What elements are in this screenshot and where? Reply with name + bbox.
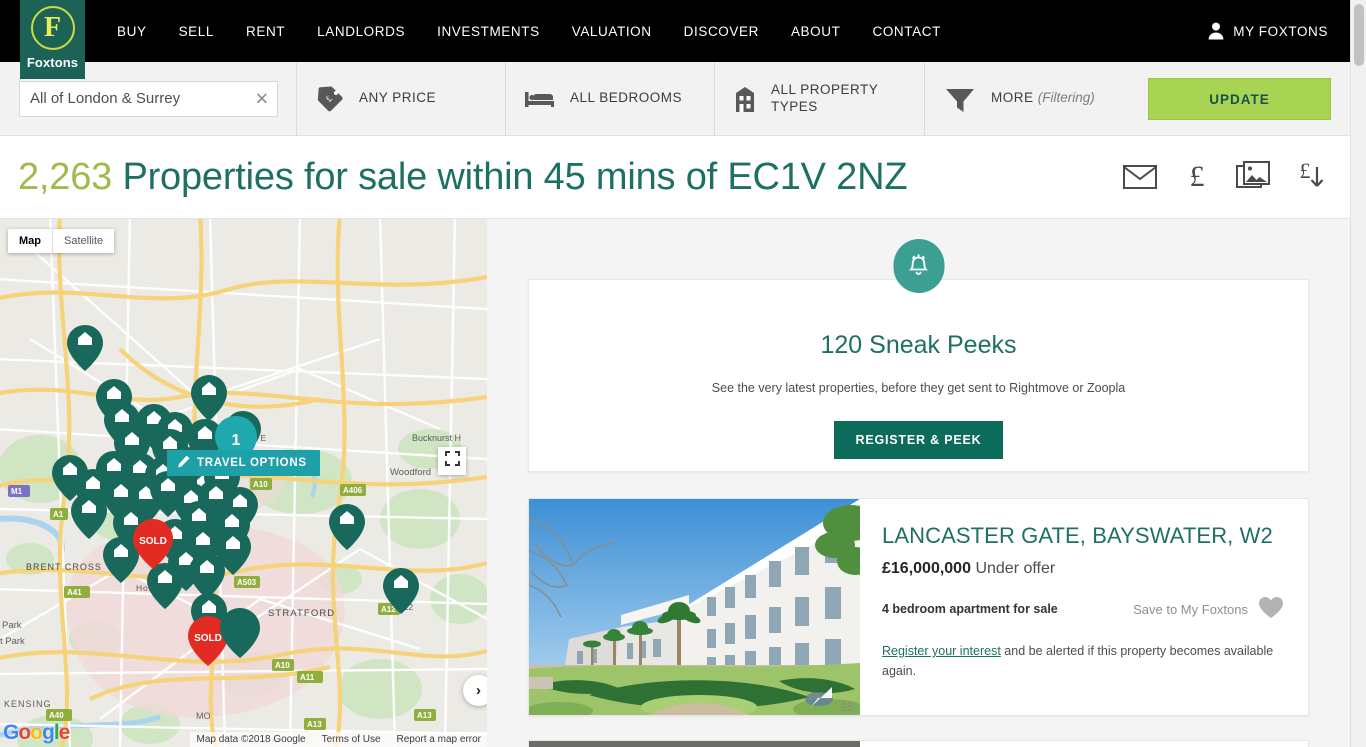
property-meta-row: 4 bedroom apartment for sale Save to My … — [882, 596, 1284, 622]
more-filters-label: MORE (Filtering) — [991, 90, 1095, 107]
save-to-my-foxtons-button[interactable]: Save to My Foxtons — [1133, 596, 1284, 622]
terms-of-use-link[interactable]: Terms of Use — [322, 734, 381, 745]
results-view-toolbar: £ £ — [1122, 137, 1328, 219]
logo-wordmark: Foxtons — [26, 55, 79, 70]
main-nav-links: BUY SELL RENT LANDLORDS INVESTMENTS VALU… — [101, 24, 957, 39]
nav-item-investments[interactable]: INVESTMENTS — [421, 24, 556, 39]
price-filter-label: ANY PRICE — [359, 90, 437, 106]
map-data-credit: Map data ©2018 Google — [196, 734, 306, 745]
pound-icon[interactable]: £ — [1184, 160, 1210, 196]
my-foxtons-account-link[interactable]: MY FOXTONS — [1208, 0, 1328, 62]
map-property-markers[interactable]: SOLD — [0, 219, 487, 747]
bedrooms-filter-label: ALL BEDROOMS — [570, 90, 683, 106]
nav-item-landlords[interactable]: LANDLORDS — [301, 24, 421, 39]
property-price: £16,000,000 — [882, 560, 971, 577]
fullscreen-icon — [444, 451, 460, 471]
pencil-icon — [177, 455, 190, 471]
chevron-right-icon: › — [476, 682, 481, 699]
nav-item-sell[interactable]: SELL — [163, 24, 230, 39]
nav-item-contact[interactable]: CONTACT — [856, 24, 956, 39]
property-listing-card-next[interactable] — [528, 740, 1309, 747]
results-header: 2,263 Properties for sale within 45 mins… — [0, 137, 1350, 219]
property-photo-image — [529, 499, 860, 715]
nav-item-rent[interactable]: RENT — [230, 24, 301, 39]
property-register-note: Register your interest and be alerted if… — [882, 641, 1284, 681]
property-photo-image-next — [529, 741, 860, 747]
clear-search-icon[interactable]: ✕ — [255, 90, 269, 107]
funnel-icon — [943, 84, 977, 114]
nav-item-buy[interactable]: BUY — [101, 24, 163, 39]
email-alert-icon[interactable] — [1122, 162, 1158, 195]
property-bedrooms: 4 bedroom apartment for sale — [882, 602, 1058, 616]
nav-item-discover[interactable]: DISCOVER — [668, 24, 775, 39]
property-photo-next[interactable] — [529, 741, 860, 747]
google-logo: Google — [3, 721, 70, 744]
page-title: 2,263 Properties for sale within 45 mins… — [18, 156, 908, 199]
bedrooms-filter[interactable]: ALL BEDROOMS — [506, 62, 715, 135]
travel-options-button[interactable]: TRAVEL OPTIONS — [167, 450, 320, 476]
building-icon — [733, 84, 757, 114]
more-label-text: MORE — [991, 90, 1034, 106]
map-attribution: Map data ©2018 Google Terms of Use Repor… — [190, 732, 487, 747]
nav-item-valuation[interactable]: VALUATION — [556, 24, 668, 39]
foxtons-logo[interactable]: F Foxtons — [20, 0, 85, 79]
sneak-peeks-subtitle: See the very latest properties, before t… — [711, 381, 1126, 395]
top-navigation-bar: BUY SELL RENT LANDLORDS INVESTMENTS VALU… — [0, 0, 1350, 62]
person-icon — [1208, 22, 1224, 40]
register-and-peek-button[interactable]: REGISTER & PEEK — [833, 421, 1004, 459]
travel-options-label: TRAVEL OPTIONS — [197, 457, 307, 469]
photo-count-fold-icon — [810, 686, 834, 713]
gallery-view-icon[interactable] — [1236, 160, 1270, 196]
search-filter-bar: ✕ £ ANY PRICE ALL BEDROOMS — [0, 62, 1350, 136]
property-types-filter[interactable]: ALL PROPERTY TYPES — [715, 62, 925, 135]
results-panel[interactable]: 120 Sneak Peeks See the very latest prop… — [487, 219, 1350, 747]
map-type-switch[interactable]: Map Satellite — [8, 229, 115, 253]
next-result-button[interactable]: › — [463, 675, 487, 706]
photo-count-label: 25 — [840, 700, 854, 714]
property-status: Under offer — [975, 560, 1056, 577]
property-price-line: £16,000,000 Under offer — [882, 560, 1284, 578]
property-listing-card[interactable]: 25 LANCASTER GATE, BAYSWATER, W2 £16,000… — [528, 498, 1309, 716]
sort-price-descending-icon[interactable]: £ — [1296, 158, 1328, 198]
update-results-button[interactable]: UPDATE — [1148, 78, 1331, 120]
map-type-satellite[interactable]: Satellite — [53, 229, 114, 253]
price-filter[interactable]: £ ANY PRICE — [297, 62, 506, 135]
property-details: LANCASTER GATE, BAYSWATER, W2 £16,000,00… — [860, 499, 1308, 715]
svg-text:£: £ — [1190, 161, 1205, 191]
more-filtering-note: (Filtering) — [1037, 90, 1095, 106]
bell-icon — [893, 239, 944, 293]
property-photo[interactable]: 25 — [529, 499, 860, 715]
sneak-peeks-title: 120 Sneak Peeks — [820, 331, 1017, 359]
map-type-map[interactable]: Map — [8, 229, 53, 253]
my-foxtons-label: MY FOXTONS — [1233, 23, 1328, 39]
register-interest-link[interactable]: Register your interest — [882, 644, 1001, 658]
page-scrollbar-thumb[interactable] — [1354, 4, 1364, 66]
sneak-peeks-card: 120 Sneak Peeks See the very latest prop… — [528, 239, 1309, 472]
report-map-error-link[interactable]: Report a map error — [397, 734, 481, 745]
logo-mark: F — [30, 6, 75, 50]
search-input[interactable] — [20, 81, 277, 116]
bed-icon — [524, 87, 556, 111]
search-input-wrapper[interactable]: ✕ — [19, 80, 278, 117]
property-title[interactable]: LANCASTER GATE, BAYSWATER, W2 — [882, 523, 1284, 549]
results-count: 2,263 — [18, 156, 113, 198]
property-types-filter-label: ALL PROPERTY TYPES — [771, 81, 879, 114]
results-title-text: Properties for sale within 45 mins of EC… — [112, 156, 908, 198]
page-scrollbar[interactable] — [1350, 0, 1366, 747]
results-map[interactable]: SOUTHGATE Bucknurst H Woodford BRENT CRO… — [0, 219, 487, 747]
save-label: Save to My Foxtons — [1133, 601, 1248, 617]
heart-icon[interactable] — [1258, 596, 1284, 622]
price-tag-icon: £ — [315, 84, 345, 114]
svg-text:1: 1 — [232, 432, 241, 449]
svg-text:£: £ — [1300, 159, 1311, 183]
nav-item-about[interactable]: ABOUT — [775, 24, 857, 39]
map-fullscreen-button[interactable] — [438, 447, 466, 475]
